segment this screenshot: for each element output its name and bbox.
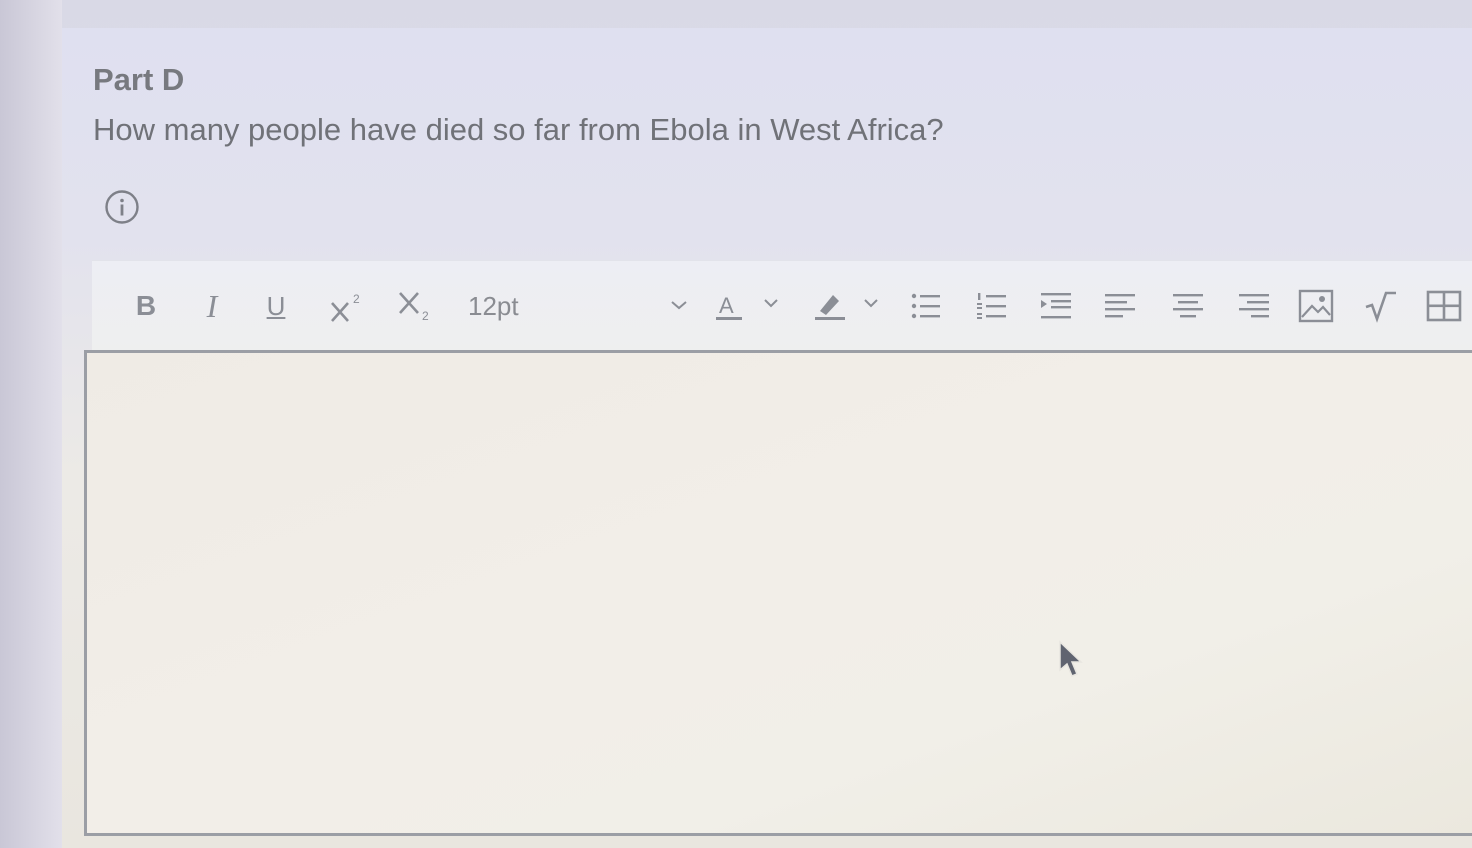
table-icon (1426, 290, 1462, 322)
bold-icon: B (135, 290, 157, 321)
indent-icon (1041, 293, 1071, 319)
numbered-list-icon (977, 293, 1006, 319)
info-circle-icon[interactable] (104, 189, 140, 225)
chevron-down-icon (671, 301, 687, 310)
font-color-icon: A (716, 293, 778, 320)
align-center-button[interactable] (1168, 283, 1208, 329)
bullet-list-button[interactable] (906, 283, 946, 329)
image-icon (1298, 289, 1334, 323)
svg-text:2: 2 (422, 309, 429, 323)
insert-equation-button[interactable] (1360, 283, 1400, 329)
font-color-button[interactable]: A (710, 283, 782, 329)
mouse-pointer-icon (1059, 640, 1083, 677)
align-left-button[interactable] (1100, 283, 1140, 329)
font-size-value: 12pt (468, 290, 519, 321)
insert-image-button[interactable] (1296, 283, 1336, 329)
rich-text-editor: B I U 2 2 12pt A (84, 260, 1472, 836)
svg-text:2: 2 (353, 292, 360, 306)
equation-icon (1365, 291, 1396, 323)
italic-button[interactable]: I (196, 283, 228, 329)
numbered-list-button[interactable] (972, 283, 1012, 329)
highlight-button[interactable] (810, 283, 882, 329)
align-center-icon (1173, 294, 1203, 318)
insert-table-button[interactable] (1422, 283, 1466, 329)
superscript-icon: 2 (331, 292, 360, 322)
indent-button[interactable] (1036, 283, 1076, 329)
editor-toolbar: B I U 2 2 12pt A (92, 260, 1472, 351)
svg-text:A: A (719, 293, 734, 318)
bullet-list-icon (911, 293, 940, 319)
part-title: Part D (93, 62, 185, 97)
subscript-icon: 2 (399, 292, 429, 323)
align-right-button[interactable] (1234, 283, 1274, 329)
bold-button[interactable]: B (130, 283, 162, 329)
superscript-button[interactable]: 2 (324, 283, 368, 329)
window-edge (0, 0, 62, 848)
align-right-icon (1239, 294, 1269, 318)
subscript-button[interactable]: 2 (392, 283, 436, 329)
italic-icon: I (206, 287, 218, 324)
underline-icon: U (266, 290, 286, 321)
font-size-select[interactable]: 12pt (468, 289, 688, 323)
align-left-icon (1105, 294, 1135, 318)
editor-content-area[interactable] (84, 350, 1472, 836)
underline-button[interactable]: U (260, 283, 292, 329)
question-text: How many people have died so far from Eb… (93, 112, 944, 147)
highlight-icon (815, 295, 878, 320)
